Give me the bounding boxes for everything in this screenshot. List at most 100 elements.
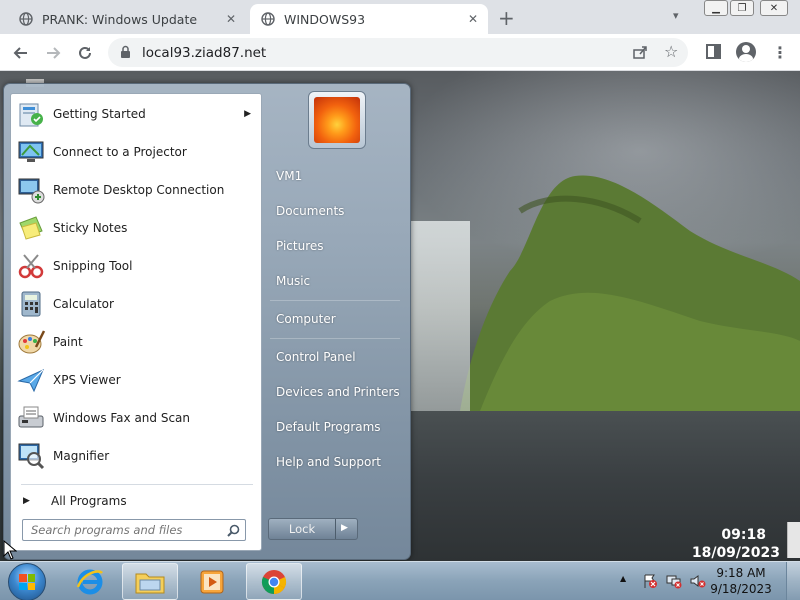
getting-started-icon — [19, 103, 43, 127]
program-item-paint[interactable]: Paint — [11, 324, 261, 360]
page-scrollbar[interactable] — [787, 522, 800, 558]
lock-icon[interactable] — [120, 45, 131, 62]
search-input[interactable] — [23, 520, 223, 540]
start-link-user[interactable]: VM1 — [276, 169, 302, 183]
share-icon[interactable] — [632, 44, 648, 63]
start-link-control-panel[interactable]: Control Panel — [276, 350, 356, 364]
browser-tab-strip: PRANK: Windows Update ✕ WINDOWS93 ✕ + ▾ … — [0, 0, 800, 34]
program-label: XPS Viewer — [53, 373, 121, 387]
lock-options-arrow-icon[interactable]: ▶ — [341, 523, 348, 533]
show-hidden-icons-arrow[interactable]: ▲ — [620, 574, 626, 583]
taskbar-clock-time[interactable]: 9:18 AM — [706, 566, 776, 580]
more-menu-icon[interactable]: ⋮ — [772, 43, 788, 62]
taskbar-internet-explorer[interactable] — [62, 563, 118, 600]
mouse-cursor-icon — [3, 540, 17, 560]
address-bar[interactable]: local93.ziad87.net ☆ — [108, 38, 688, 67]
start-link-help-support[interactable]: Help and Support — [276, 455, 381, 469]
program-item-fax-scan[interactable]: Windows Fax and Scan — [11, 400, 261, 436]
program-label: Remote Desktop Connection — [53, 183, 225, 197]
xps-viewer-icon — [17, 369, 44, 393]
play-arrow-icon: ▶ — [23, 496, 30, 506]
reload-icon[interactable] — [74, 42, 96, 64]
tab-search-chevron-icon[interactable]: ▾ — [673, 9, 679, 22]
start-link-devices-printers[interactable]: Devices and Printers — [276, 385, 400, 399]
program-item-connect-projector[interactable]: Connect to a Projector — [11, 134, 261, 170]
all-programs-button[interactable]: ▶ All Programs — [19, 490, 253, 512]
program-label: Sticky Notes — [53, 221, 128, 235]
start-menu: Getting Started ▶ Connect to a Projector… — [3, 83, 411, 560]
program-label: Connect to a Projector — [53, 145, 187, 159]
paint-icon — [18, 330, 46, 354]
program-label: Paint — [53, 335, 83, 349]
bookmark-star-icon[interactable]: ☆ — [664, 42, 678, 61]
new-tab-button[interactable]: + — [498, 6, 515, 30]
start-link-pictures[interactable]: Pictures — [276, 239, 324, 253]
browser-toolbar: local93.ziad87.net ☆ ⋮ — [0, 34, 800, 71]
windows-explorer-icon — [135, 573, 165, 593]
windows-logo-icon — [19, 574, 35, 590]
close-tab-icon[interactable]: ✕ — [226, 12, 236, 26]
projector-icon — [18, 141, 44, 162]
program-item-magnifier[interactable]: Magnifier — [11, 438, 261, 474]
close-tab-icon[interactable]: ✕ — [468, 12, 478, 26]
desktop-clock-date: 18/09/2023 — [691, 545, 780, 561]
url-text[interactable]: local93.ziad87.net — [142, 45, 266, 61]
network-icon[interactable] — [666, 573, 682, 589]
program-label: Snipping Tool — [53, 259, 133, 273]
program-item-getting-started[interactable]: Getting Started ▶ — [11, 96, 261, 132]
taskbar-chrome[interactable] — [246, 563, 302, 600]
divider — [270, 338, 400, 339]
restore-window-button[interactable]: ❐ — [730, 0, 754, 16]
program-label: Magnifier — [53, 449, 110, 463]
start-button[interactable] — [8, 563, 46, 600]
profile-avatar-icon[interactable] — [736, 42, 756, 62]
internet-explorer-icon — [76, 569, 103, 594]
program-item-sticky-notes[interactable]: Sticky Notes — [11, 210, 261, 246]
globe-icon — [260, 11, 276, 27]
submenu-arrow-icon: ▶ — [244, 109, 251, 119]
volume-muted-icon[interactable] — [690, 573, 706, 589]
minimize-window-button[interactable]: ▁ — [704, 0, 728, 16]
start-link-documents[interactable]: Documents — [276, 204, 344, 218]
user-account-picture[interactable] — [308, 91, 366, 149]
back-arrow-icon[interactable] — [10, 42, 32, 64]
flower-picture — [314, 97, 360, 143]
program-item-snipping-tool[interactable]: Snipping Tool — [11, 248, 261, 284]
browser-tab-windows93[interactable]: WINDOWS93 ✕ — [250, 4, 488, 34]
start-link-default-programs[interactable]: Default Programs — [276, 420, 381, 434]
lock-label: Lock — [288, 522, 316, 536]
magnifier-icon — [18, 443, 45, 470]
side-panel-icon[interactable] — [706, 44, 721, 59]
program-item-remote-desktop[interactable]: Remote Desktop Connection — [11, 172, 261, 208]
program-label: Getting Started — [53, 107, 146, 121]
desktop-clock-time: 09:18 — [721, 527, 766, 543]
start-search-box[interactable] — [22, 519, 246, 541]
show-desktop-button[interactable] — [786, 562, 800, 600]
sticky-notes-icon — [19, 216, 43, 240]
taskbar-windows-explorer[interactable] — [122, 563, 178, 600]
lock-button[interactable]: Lock ▶ — [268, 518, 358, 540]
taskbar-media-player[interactable] — [184, 563, 240, 600]
start-link-music[interactable]: Music — [276, 274, 310, 288]
taskbar-clock-date[interactable]: 9/18/2023 — [706, 582, 776, 596]
taskbar: ▲ — [0, 561, 800, 600]
globe-icon — [18, 11, 34, 27]
divider — [21, 484, 253, 485]
tab-title: PRANK: Windows Update — [42, 11, 198, 27]
program-item-calculator[interactable]: Calculator — [11, 286, 261, 322]
browser-tab-prank[interactable]: PRANK: Windows Update ✕ — [8, 4, 246, 34]
program-label: Calculator — [53, 297, 114, 311]
forward-arrow-icon[interactable] — [42, 42, 64, 64]
tab-title: WINDOWS93 — [284, 11, 366, 27]
search-icon[interactable] — [227, 524, 240, 540]
media-player-icon — [200, 570, 224, 593]
close-window-button[interactable]: ✕ — [760, 0, 788, 16]
program-item-xps-viewer[interactable]: XPS Viewer — [11, 362, 261, 398]
snipping-tool-icon — [18, 254, 44, 279]
divider — [270, 300, 400, 301]
program-label: Windows Fax and Scan — [53, 411, 191, 425]
start-link-computer[interactable]: Computer — [276, 312, 336, 326]
action-center-flag-icon[interactable] — [642, 573, 658, 589]
start-menu-programs-pane: Getting Started ▶ Connect to a Projector… — [10, 93, 262, 551]
chrome-icon — [261, 569, 287, 594]
